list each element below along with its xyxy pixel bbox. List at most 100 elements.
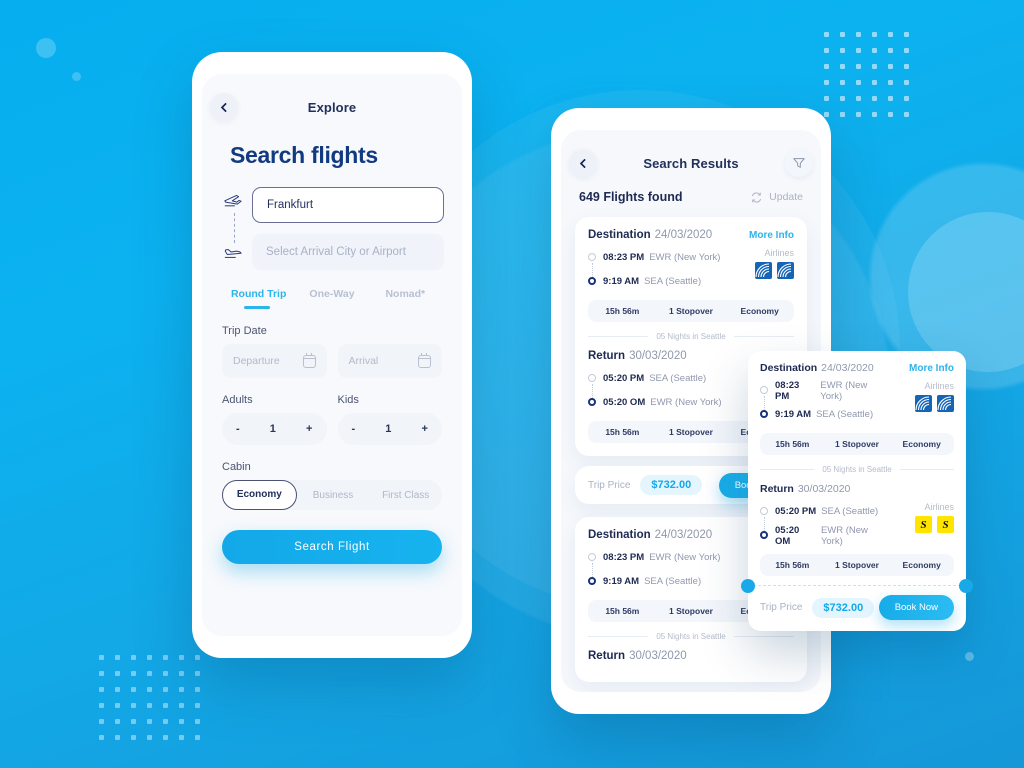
adults-stepper[interactable]: - 1 +: [222, 413, 327, 445]
arrive-marker-icon: [588, 577, 596, 585]
stay-label: 05 Nights in Seattle: [656, 632, 726, 641]
adults-minus-button[interactable]: -: [236, 423, 240, 435]
stay-label: 05 Nights in Seattle: [656, 332, 726, 341]
cabin-option-economy[interactable]: Economy: [222, 480, 297, 510]
back-button[interactable]: [569, 149, 597, 177]
floating-flight-card[interactable]: Destination 24/03/2020 More Info 08:23 PM…: [741, 351, 973, 631]
chip-stops: 1 Stopover: [835, 439, 879, 449]
airport-fields: Frankfurt Select Arrival City or Airport: [220, 187, 444, 270]
chip-duration: 15h 56m: [605, 306, 640, 316]
outbound-date: 24/03/2020: [654, 229, 713, 241]
kids-minus-button[interactable]: -: [352, 423, 356, 435]
outbound-date: 24/03/2020: [654, 529, 713, 541]
departure-date-placeholder: Departure: [233, 355, 280, 367]
plane-landing-icon: [224, 249, 242, 258]
active-tab-underline: [244, 306, 270, 309]
airline-logo-icon: S: [915, 516, 932, 533]
return-arrive-time: 05:20 OM: [775, 524, 800, 547]
screen-search-flights: Explore Search flights Frankfurt Select …: [202, 74, 462, 636]
filter-button[interactable]: [785, 149, 813, 177]
chevron-left-icon: [220, 102, 231, 112]
price-bar: Trip Price $732.00 Book Now: [760, 586, 954, 631]
kids-plus-button[interactable]: +: [422, 423, 428, 435]
back-button[interactable]: [210, 93, 238, 121]
results-count: 649 Flights found: [579, 190, 683, 204]
arrive-time: 9:19 AM: [603, 276, 640, 287]
phone-search-flights: Explore Search flights Frankfurt Select …: [192, 52, 472, 658]
trip-price-value: $732.00: [640, 475, 703, 495]
kids-stepper[interactable]: - 1 +: [337, 413, 442, 445]
departure-input[interactable]: Frankfurt: [252, 187, 444, 223]
notch-right: [959, 579, 973, 593]
cabin-option-business[interactable]: Business: [297, 490, 370, 501]
airline-logo-icon: S: [937, 516, 954, 533]
search-flight-button[interactable]: Search Flight: [222, 530, 442, 564]
airport-inputs: Frankfurt Select Arrival City or Airport: [252, 187, 444, 270]
tab-nomad[interactable]: Nomad*: [369, 288, 442, 309]
cabin-option-first-class[interactable]: First Class: [369, 490, 442, 501]
depart-marker-icon: [588, 553, 596, 561]
depart-airport: EWR (New York): [649, 552, 721, 563]
kids-label: Kids: [337, 394, 359, 406]
outbound-airlines: Airlines: [730, 248, 794, 291]
more-info-link[interactable]: More Info: [749, 230, 794, 241]
tab-one-way[interactable]: One-Way: [295, 288, 368, 309]
dot-grid-bottom-left: [99, 655, 200, 740]
depart-marker-icon: [588, 253, 596, 261]
arrival-input[interactable]: Select Arrival City or Airport: [252, 234, 444, 270]
departure-date-input[interactable]: Departure: [222, 344, 327, 378]
chip-stops: 1 Stopover: [669, 427, 713, 437]
arrive-time: 9:19 AM: [775, 409, 812, 420]
ticket-perforation: [741, 579, 973, 593]
book-now-button[interactable]: Book Now: [878, 595, 954, 620]
return-depart-airport: SEA (Seattle): [821, 506, 879, 517]
chip-duration: 15h 56m: [775, 560, 810, 570]
chip-cabin: Economy: [902, 560, 941, 570]
outbound-title: Destination: [588, 529, 651, 541]
return-header: Return 30/03/2020: [760, 483, 954, 495]
large-circle-shape: [908, 212, 1024, 372]
depart-marker-icon: [588, 374, 596, 382]
arrival-date-input[interactable]: Arrival: [337, 344, 442, 378]
return-title: Return: [588, 350, 626, 362]
adults-label: Adults: [222, 394, 253, 406]
stay-divider: 05 Nights in Seattle: [760, 465, 954, 474]
return-depart-time: 05:20 PM: [775, 506, 817, 517]
outbound-header: Destination 24/03/2020 More Info: [760, 362, 954, 374]
arrival-placeholder: Select Arrival City or Airport: [266, 246, 406, 258]
trip-date-label: Trip Date: [222, 325, 267, 337]
airline-logo-icon: [755, 262, 772, 279]
return-depart-airport: SEA (Seattle): [649, 373, 707, 384]
arrive-marker-icon: [588, 398, 596, 406]
results-summary-row: 649 Flights found Update: [561, 190, 821, 204]
small-circle-1: [36, 38, 56, 58]
return-date: 30/03/2020: [629, 650, 687, 662]
adults-value: 1: [269, 423, 276, 435]
return-arrive-time: 05:20 OM: [603, 397, 646, 408]
chip-cabin: Economy: [902, 439, 941, 449]
cabin-label: Cabin: [222, 461, 251, 473]
plane-takeoff-icon: [224, 194, 242, 207]
trip-price-label: Trip Price: [588, 479, 631, 491]
more-info-link[interactable]: More Info: [909, 363, 954, 374]
outbound-times: 08:23 PM EWR (New York) 9:19 AM SEA (Seatt…: [760, 380, 890, 424]
chip-stops: 1 Stopover: [669, 306, 713, 316]
calendar-icon: [302, 352, 316, 368]
return-arrive-airport: EWR (New York): [650, 397, 722, 408]
passenger-section: Adults Kids - 1 + - 1 +: [222, 394, 442, 445]
outbound-chips: 15h 56m 1 Stopover Economy: [760, 433, 954, 455]
trip-price-value: $732.00: [812, 597, 875, 618]
arrive-airport: SEA (Seattle): [816, 409, 874, 420]
return-title: Return: [760, 483, 794, 495]
trip-date-section: Trip Date Departure Arrival: [222, 325, 442, 378]
refresh-icon: [752, 192, 762, 202]
dot-grid-top-right: [824, 32, 909, 117]
small-circle-3: [965, 652, 974, 661]
return-date: 30/03/2020: [629, 350, 687, 362]
route-dotted-line: [234, 213, 235, 243]
outbound-times: 08:23 PM EWR (New York) 9:19 AM SEA (Seatt…: [588, 248, 730, 291]
depart-time: 08:23 PM: [603, 252, 645, 263]
cabin-section: Cabin Economy Business First Class: [222, 461, 442, 510]
adults-plus-button[interactable]: +: [306, 423, 312, 435]
update-button[interactable]: Update: [750, 191, 803, 204]
